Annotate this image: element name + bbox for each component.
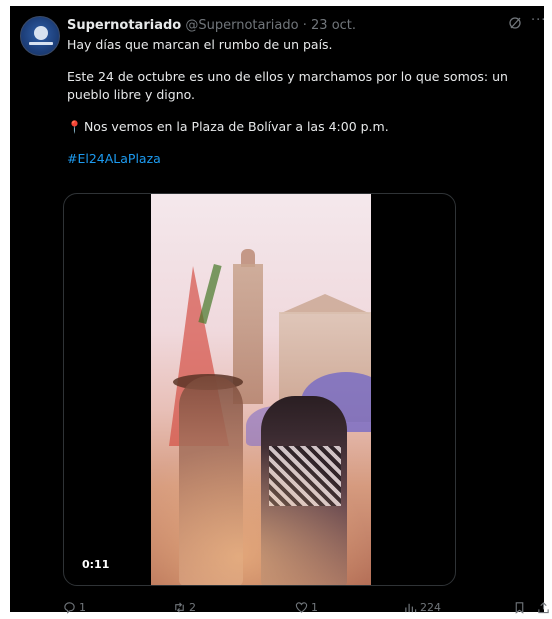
heart-icon <box>295 601 308 613</box>
retweet-count: 2 <box>189 600 196 614</box>
page-frame: Supernotariado @Supernotariado · 23 oct.… <box>0 0 552 619</box>
tweet-line-3-wrapper: 📍 Nos vemos en la Plaza de Bolívar a las … <box>67 118 533 136</box>
views-count: 224 <box>420 600 441 614</box>
avatar[interactable] <box>20 16 60 56</box>
hashtag-wrapper: #El24ALaPlaza <box>67 150 533 168</box>
tweet-card[interactable]: Supernotariado @Supernotariado · 23 oct.… <box>10 6 549 614</box>
like-button[interactable]: 1 <box>295 600 318 614</box>
reply-count: 1 <box>79 600 86 614</box>
bookmark-button[interactable] <box>513 600 529 614</box>
retweet-button[interactable]: 2 <box>173 600 196 614</box>
video-thumbnail[interactable] <box>151 194 371 585</box>
more-options-icon[interactable]: ··· <box>531 14 546 28</box>
author-handle[interactable]: @Supernotariado <box>185 18 298 33</box>
share-button[interactable] <box>537 600 552 614</box>
tweet-line-3: Nos vemos en la Plaza de Bolívar a las 4… <box>83 119 389 134</box>
like-count: 1 <box>311 600 318 614</box>
avatar-emblem-bar <box>29 42 53 45</box>
video-duration: 0:11 <box>82 558 110 571</box>
tweet-actions: 1 2 1 224 <box>63 600 549 614</box>
header-separator: · <box>302 18 307 33</box>
tweet-line-1: Hay días que marcan el rumbo de un país. <box>67 37 333 52</box>
hashtag-link[interactable]: #El24ALaPlaza <box>67 151 161 166</box>
church-roof-shape <box>279 294 371 314</box>
tweet-date[interactable]: 23 oct. <box>311 18 356 33</box>
views-button[interactable]: 224 <box>404 600 441 614</box>
light-glow <box>151 444 371 585</box>
reply-icon <box>64 601 75 614</box>
share-icon <box>538 601 549 613</box>
grok-icon[interactable] <box>508 16 522 30</box>
bookmark-icon <box>515 601 524 614</box>
author-name[interactable]: Supernotariado <box>67 18 181 33</box>
avatar-emblem <box>34 26 48 40</box>
tweet-text: Hay días que marcan el rumbo de un país.… <box>67 36 533 168</box>
round-pushpin-icon: 📍 <box>67 120 82 134</box>
views-bar-chart-icon <box>405 603 417 612</box>
tweet-header: Supernotariado @Supernotariado · 23 oct. <box>67 17 356 35</box>
video-player[interactable]: 0:11 <box>63 193 456 586</box>
retweet-icon <box>175 601 184 613</box>
tweet-line-2: Este 24 de octubre es uno de ellos y mar… <box>67 69 508 102</box>
reply-button[interactable]: 1 <box>63 600 86 614</box>
